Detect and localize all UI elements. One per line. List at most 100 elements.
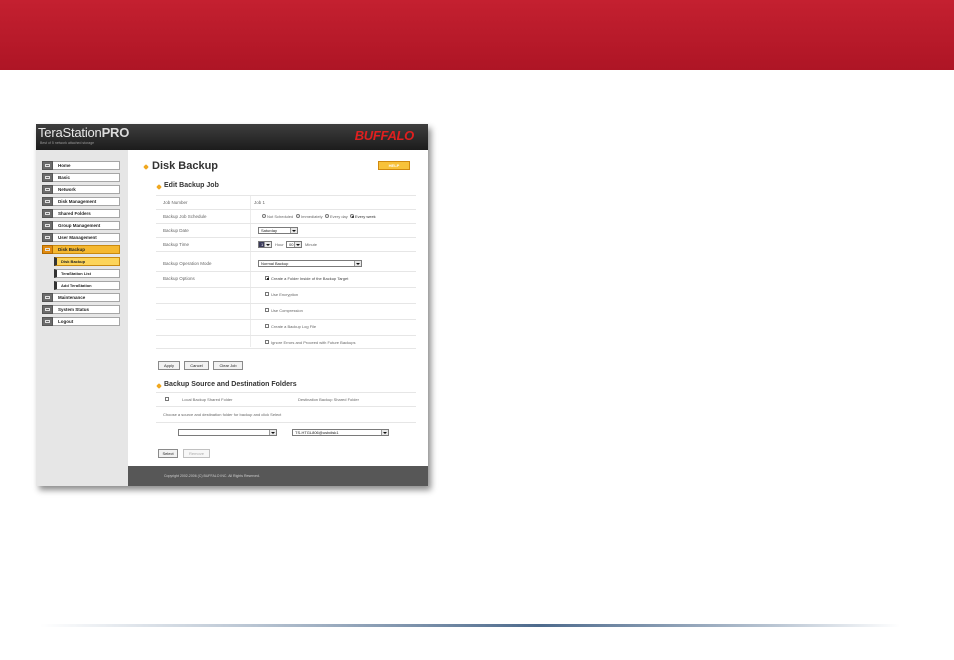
sidebar-item-system-status[interactable]: System Status xyxy=(42,305,120,314)
backup-minute-select[interactable]: 00 xyxy=(286,241,302,248)
option-log-file-checkbox[interactable] xyxy=(265,324,269,328)
job-number-label: Job Number xyxy=(163,200,188,205)
bottom-decorative-line xyxy=(40,624,900,627)
operation-mode-label: Backup Operation Mode xyxy=(163,261,212,266)
chevron-down-icon xyxy=(269,430,276,435)
sidebar-item-disk-management[interactable]: Disk Management xyxy=(42,197,120,206)
terastation-brand: TeraStationPRO xyxy=(38,125,130,140)
folder-icon xyxy=(42,209,53,218)
maintenance-icon xyxy=(42,293,53,302)
row-divider xyxy=(156,195,416,196)
schedule-radio-every-day[interactable] xyxy=(325,214,329,218)
row-divider xyxy=(156,348,416,349)
network-icon xyxy=(42,185,53,194)
select-all-checkbox[interactable] xyxy=(165,397,169,401)
chevron-down-icon xyxy=(290,228,297,233)
row-divider xyxy=(156,237,416,238)
terastation-screenshot: TeraStationPRO Best of 5 network attache… xyxy=(36,124,428,486)
backup-date-label: Backup Date xyxy=(163,228,189,233)
schedule-option-label: Every week xyxy=(355,214,376,219)
row-divider xyxy=(156,406,416,407)
instruction-text: Choose a source and destination folder f… xyxy=(163,412,282,417)
sidebar-item-shared-folders[interactable]: Shared Folders xyxy=(42,209,120,218)
remove-button[interactable]: Remove xyxy=(183,449,210,458)
sidebar-subitem-add-terastation[interactable]: Add TeraStation xyxy=(54,281,120,290)
option-ignore-errors-label: Ignore Errors and Proceed with Future Ba… xyxy=(271,340,356,345)
row-divider xyxy=(156,335,416,336)
sidebar-subitem-disk-backup[interactable]: Disk Backup xyxy=(54,257,120,266)
destination-folder-column-header: Destination Backup Shared Folder xyxy=(298,397,359,402)
option-compression-label: Use Compression xyxy=(271,308,303,313)
sidebar-item-group-management[interactable]: Group Management xyxy=(42,221,120,230)
sidebar-item-disk-backup[interactable]: Disk Backup xyxy=(42,245,120,254)
select-button[interactable]: Select xyxy=(158,449,178,458)
title-bullet-icon xyxy=(143,164,149,170)
option-compression-checkbox[interactable] xyxy=(265,308,269,312)
basic-icon xyxy=(42,173,53,182)
option-ignore-errors-checkbox[interactable] xyxy=(265,340,269,344)
schedule-radio-every-week[interactable] xyxy=(350,214,354,218)
option-log-file-label: Create a Backup Log File xyxy=(271,324,317,329)
sidebar-item-home[interactable]: Home xyxy=(42,161,120,170)
row-divider xyxy=(156,209,416,210)
schedule-option-label: Every day xyxy=(330,214,348,219)
option-create-folder-label: Create a Folder Inside of the Backup Tar… xyxy=(271,276,349,281)
copyright-text: Copyright 2002-2006 (C) BUFFALO INC. All… xyxy=(164,474,260,478)
option-create-folder-checkbox[interactable] xyxy=(265,276,269,280)
backup-date-select[interactable]: Saturday xyxy=(258,227,298,234)
backup-time-label: Backup Time xyxy=(163,242,190,247)
apply-button[interactable]: Apply xyxy=(158,361,180,370)
option-encryption-label: Use Encryption xyxy=(271,292,299,297)
row-divider xyxy=(156,319,416,320)
group-icon xyxy=(42,221,53,230)
option-encryption-checkbox[interactable] xyxy=(265,292,269,296)
sidebar-item-basic[interactable]: Basic xyxy=(42,173,120,182)
sidebar-item-network[interactable]: Network xyxy=(42,185,120,194)
sidebar-subitem-terastation-list[interactable]: TeraStation List xyxy=(54,269,120,278)
destination-folder-select[interactable]: TS-HTGL806@usbdisk1 xyxy=(292,429,389,436)
backup-icon xyxy=(42,245,53,254)
sidebar-item-user-management[interactable]: User Management xyxy=(42,233,120,242)
chevron-down-icon xyxy=(294,242,301,247)
terastation-header: TeraStationPRO Best of 5 network attache… xyxy=(36,124,428,150)
status-icon xyxy=(42,305,53,314)
minute-label: Minute xyxy=(305,242,318,247)
schedule-radio-not-scheduled[interactable] xyxy=(262,214,266,218)
backup-hour-select[interactable]: 1 xyxy=(258,241,272,248)
backup-options-label: Backup Options xyxy=(163,276,195,281)
footer: Copyright 2002-2006 (C) BUFFALO INC. All… xyxy=(128,466,428,486)
user-icon xyxy=(42,233,53,242)
schedule-option-label: Not Scheduled xyxy=(267,214,294,219)
row-divider xyxy=(156,271,416,272)
schedule-label: Backup Job Schedule xyxy=(163,214,207,219)
source-destination-title: Backup Source and Destination Folders xyxy=(164,381,297,388)
sidebar-item-logout[interactable]: Logout xyxy=(42,317,120,326)
sidebar-item-maintenance[interactable]: Maintenance xyxy=(42,293,120,302)
edit-backup-job-title: Edit Backup Job xyxy=(164,182,219,189)
row-divider xyxy=(156,251,416,252)
cancel-button[interactable]: Cancel xyxy=(184,361,209,370)
job-number-value: Job 1 xyxy=(254,200,266,205)
brand-tagline: Best of 5 network attached storage xyxy=(40,141,95,145)
chevron-down-icon xyxy=(354,261,361,266)
row-divider xyxy=(156,303,416,304)
row-divider xyxy=(156,422,416,423)
section-bullet-icon xyxy=(156,383,162,389)
top-banner xyxy=(0,0,954,70)
schedule-option-label: Immediately xyxy=(301,214,323,219)
help-button[interactable]: HELP xyxy=(378,161,410,170)
buffalo-logo: BUFFALO xyxy=(354,128,415,143)
chevron-down-icon xyxy=(381,430,388,435)
local-folder-column-header: Local Backup Shared Folder xyxy=(182,397,233,402)
chevron-down-icon xyxy=(264,242,271,247)
sidebar: Home Basic Network Disk Management Share… xyxy=(36,150,128,486)
clear-job-button[interactable]: Clear Job xyxy=(213,361,243,370)
row-divider xyxy=(156,392,416,393)
schedule-radio-immediately[interactable] xyxy=(296,214,300,218)
section-bullet-icon xyxy=(156,184,162,190)
row-divider xyxy=(156,223,416,224)
source-folder-select[interactable] xyxy=(178,429,277,436)
operation-mode-select[interactable]: Normal Backup xyxy=(258,260,362,267)
row-divider xyxy=(156,287,416,288)
hour-label: Hour xyxy=(275,242,284,247)
